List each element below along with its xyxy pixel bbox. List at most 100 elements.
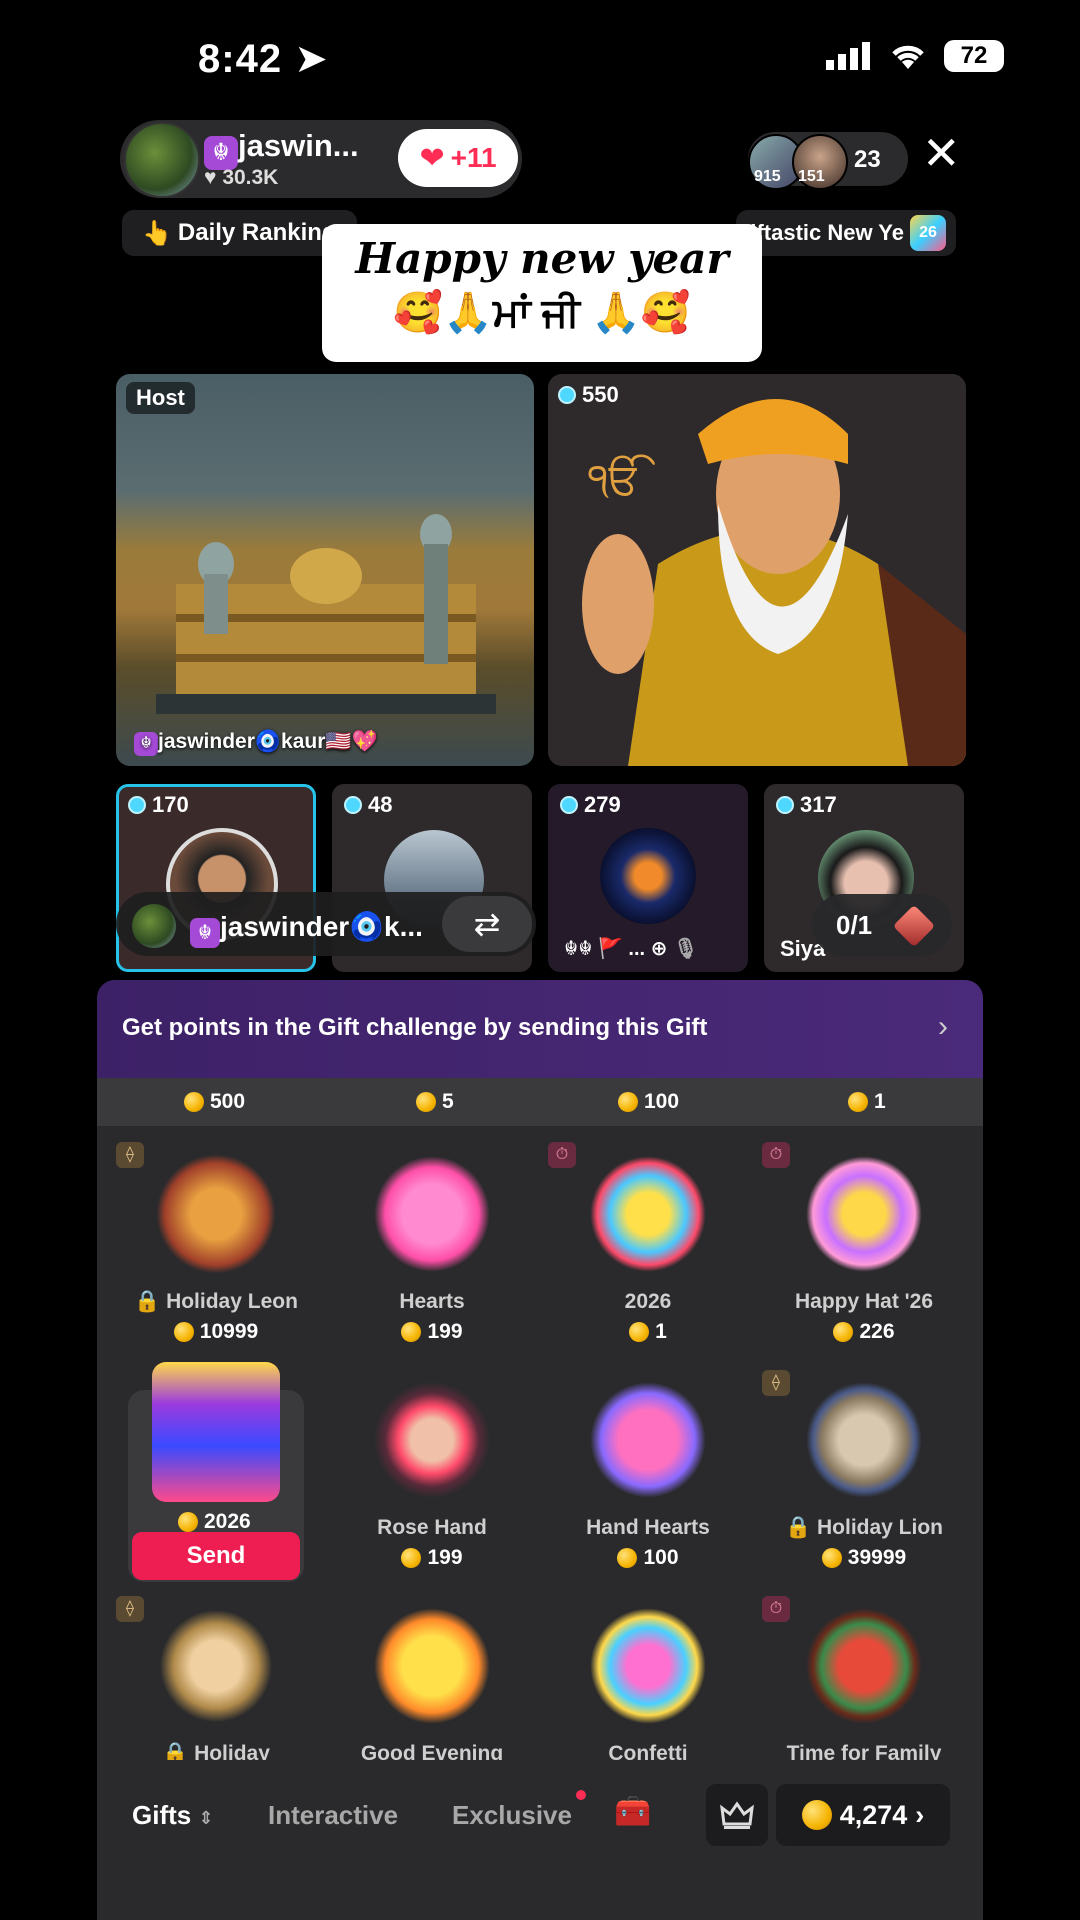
guest-points: 279: [560, 792, 621, 818]
guest-points: 317: [776, 792, 837, 818]
coin-icon: [618, 1092, 638, 1112]
coin-icon: [173, 1322, 194, 1342]
greeting-sticker: Happy new year 🥰🙏ਮਾਂ ਜੀ 🙏🥰: [322, 224, 762, 362]
gem-icon: [344, 796, 362, 814]
gift-item[interactable]: 2026 1: [548, 1154, 748, 1344]
fire-icon: 👆: [142, 219, 172, 247]
hand-hearts-image: [588, 1380, 708, 1500]
gift-2026-tv-image: [152, 1362, 280, 1502]
gift-price: 5: [416, 1090, 454, 1114]
hearts-image: [372, 1154, 492, 1274]
guest-points: 48: [344, 792, 392, 818]
host-avatar[interactable]: [124, 122, 200, 198]
holiday-leon-image: [156, 1154, 276, 1274]
coin-icon: [184, 1092, 204, 1112]
location-arrow-icon: ➤: [294, 37, 329, 81]
good-evening-image: [372, 1606, 492, 1726]
tab-exclusive[interactable]: Exclusive: [452, 1800, 572, 1831]
guest-points: 170: [128, 792, 189, 818]
chevron-right-icon: ›: [915, 1799, 925, 1830]
chevron-right-icon[interactable]: ›: [938, 1010, 948, 1044]
gift-item[interactable]: 🔒 Holiday Lion 39999: [764, 1380, 964, 1570]
gift-price: 100: [618, 1090, 679, 1114]
khanda-icon: ☬: [190, 918, 220, 948]
gift-item[interactable]: Rose Hand 199: [332, 1380, 532, 1570]
gem-icon: [560, 796, 578, 814]
add-icon[interactable]: ⊕: [651, 938, 668, 960]
gift-item[interactable]: Time for Family: [764, 1606, 964, 1766]
golden-temple-image: [156, 514, 496, 714]
coin-icon: [629, 1322, 650, 1342]
close-icon[interactable]: ✕: [922, 130, 961, 176]
happy-hat-image: [804, 1154, 924, 1274]
guru-portrait-image: ੴ: [548, 374, 966, 766]
tab-gifts[interactable]: Gifts ⇕: [132, 1800, 214, 1831]
new-year-badge-icon: 26: [910, 215, 946, 251]
heart-outline-icon: ♥: [204, 166, 217, 189]
coin-icon: [416, 1092, 436, 1112]
host-name[interactable]: ☬ jaswin...: [204, 128, 359, 170]
guest-avatar[interactable]: [600, 828, 696, 924]
heart-icon: ❤: [419, 141, 445, 175]
confetti-image: [588, 1606, 708, 1726]
gift-price: 2026: [178, 1510, 251, 1534]
viewer-count[interactable]: 23: [854, 146, 881, 174]
host-label: Host: [126, 382, 195, 414]
signal-icon: [826, 42, 870, 70]
host-caption: ☬ jaswinder🧿kaur🇺🇸💖: [134, 730, 378, 756]
challenge-text: Get points in the Gift challenge by send…: [122, 1014, 708, 1041]
battery-indicator: 72: [944, 40, 1004, 72]
viewer-badge: 915: [754, 168, 781, 185]
tab-interactive[interactable]: Interactive: [268, 1800, 398, 1831]
gift-price: 1: [848, 1090, 886, 1114]
viewer-badge: 151: [798, 168, 825, 185]
mic-muted-icon: 🎙: [673, 938, 699, 960]
status-icons: 72: [826, 40, 1004, 72]
gift-item[interactable]: Good Evening: [332, 1606, 532, 1766]
gem-icon: [558, 386, 576, 404]
gift-2026-image: [588, 1154, 708, 1274]
send-button[interactable]: Send: [132, 1532, 300, 1580]
coin-icon: [401, 1322, 422, 1342]
status-time: 8:42 ➤: [198, 37, 329, 81]
sticker-line2: 🥰🙏ਮਾਂ ਜੀ 🙏🥰: [393, 291, 691, 335]
guest-points: 550: [558, 382, 619, 408]
gem-icon: [128, 796, 146, 814]
gift-item[interactable]: Hand Hearts 100: [548, 1380, 748, 1570]
wifi-icon: [892, 45, 924, 69]
like-button[interactable]: ❤ +11: [398, 129, 518, 187]
guest-video-tile[interactable]: ੴ: [548, 374, 966, 766]
gift-item[interactable]: 🔒 Holiday Leon 10999: [116, 1154, 316, 1344]
host-likes: ♥ 30.3K: [204, 166, 279, 189]
gem-icon: [776, 796, 794, 814]
coin-icon: [821, 1548, 842, 1568]
gift-counter-text: 0/1: [836, 910, 873, 940]
crown-icon[interactable]: [706, 1784, 768, 1846]
time-for-family-image: [804, 1606, 924, 1726]
notification-dot: [576, 1790, 586, 1800]
toolbox-icon[interactable]: 🧰: [614, 1794, 651, 1829]
khanda-icon: ☬: [204, 136, 238, 170]
lock-icon: 🔒: [785, 1516, 812, 1539]
holiday-lion-image: [804, 1380, 924, 1500]
coin-icon: [833, 1322, 854, 1342]
swap-arrows-icon[interactable]: ⇄: [442, 896, 532, 952]
sticker-line1: Happy new year: [355, 234, 729, 283]
rose-hand-image: [372, 1380, 492, 1500]
gift-item[interactable]: Happy Hat '26 226: [764, 1154, 964, 1344]
guest-name-icons: ☬☬ 🚩 ... ⊕ 🎙: [564, 938, 699, 960]
coin-icon: [617, 1548, 638, 1568]
coin-icon: [178, 1512, 198, 1532]
gift-price: 500: [184, 1090, 245, 1114]
khanda-icon: ☬: [134, 732, 158, 756]
current-user-avatar: [132, 904, 176, 948]
promo-pill[interactable]: iftastic New Ye 26: [736, 210, 956, 256]
gift-item[interactable]: Hearts 199: [332, 1154, 532, 1344]
current-user-name: ☬ jaswinder🧿k...: [190, 910, 423, 948]
gift-item[interactable]: Confetti: [548, 1606, 748, 1766]
coin-balance-button[interactable]: 4,274 ›: [776, 1784, 950, 1846]
coin-icon: [801, 1800, 832, 1830]
coin-icon: [848, 1092, 868, 1112]
lock-icon: 🔒: [134, 1290, 161, 1313]
host-video-tile[interactable]: [116, 374, 534, 766]
